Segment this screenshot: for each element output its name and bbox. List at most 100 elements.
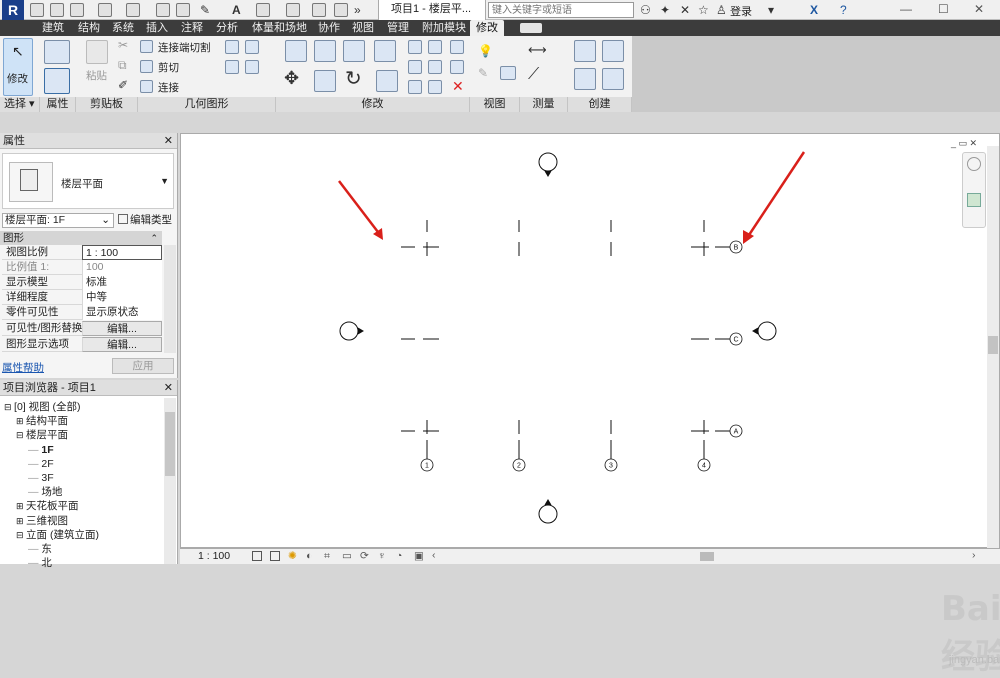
browser-item[interactable]: — 2F — [28, 457, 54, 471]
open-icon[interactable] — [30, 3, 44, 17]
grid-bubble-3[interactable]: 3 — [604, 458, 618, 472]
pin-icon[interactable] — [408, 80, 422, 94]
sun-path-icon[interactable]: ✺ — [288, 550, 297, 562]
tab-massing-site[interactable]: 体量和场地 — [252, 20, 307, 36]
edit-type-button[interactable]: 编辑类型 — [118, 213, 176, 228]
rotate-icon[interactable]: ↻ — [345, 66, 362, 91]
browser-item[interactable]: — 北 — [28, 556, 52, 570]
crop-region-icon[interactable]: ▭ — [342, 550, 352, 562]
star-icon[interactable]: ☆ — [698, 3, 709, 17]
delete-icon[interactable]: ✕ — [452, 78, 464, 95]
scale-icon[interactable] — [428, 60, 442, 74]
collapse-node-icon[interactable]: ⊟ — [4, 402, 14, 412]
split-gap-icon[interactable] — [428, 40, 442, 54]
tab-view[interactable]: 视图 — [352, 20, 374, 36]
close-icon[interactable]: ✕ — [974, 2, 984, 16]
view-scale[interactable]: 1 : 100 — [198, 550, 230, 562]
paint-icon[interactable] — [225, 60, 239, 74]
browser-item[interactable]: — 场地 — [28, 485, 62, 499]
tab-architecture[interactable]: 建筑 — [42, 20, 64, 36]
undo-icon[interactable] — [98, 3, 112, 17]
type-selector[interactable]: 楼层平面 ▼ — [2, 153, 174, 209]
browser-item[interactable]: ⊞ 天花板平面 — [16, 499, 79, 513]
graphics-section-header[interactable]: 图形 ⌃ — [0, 231, 162, 245]
grid-bubble-a[interactable]: A — [729, 424, 743, 438]
split-icon[interactable] — [408, 40, 422, 54]
binoculars-icon[interactable]: ⚇ — [640, 3, 651, 17]
search-input[interactable] — [488, 2, 634, 18]
dimension-tool-icon[interactable]: ⟷ — [528, 42, 547, 58]
override-icon[interactable]: ✎ — [478, 66, 488, 80]
temp-hide-icon[interactable]: ♆ — [378, 550, 386, 562]
view-scale-field[interactable]: 1 : 100 — [82, 245, 162, 260]
steering-wheel-icon[interactable] — [967, 157, 981, 171]
split-face-icon[interactable] — [245, 40, 259, 54]
measure-icon[interactable] — [176, 3, 190, 17]
create-similar-icon[interactable] — [602, 68, 624, 90]
align-icon[interactable] — [285, 40, 307, 62]
parts-visibility-field[interactable]: 显示原状态 — [82, 305, 162, 320]
split-element-icon[interactable] — [450, 40, 464, 54]
tab-addins[interactable]: 附加模块 — [422, 20, 466, 36]
tab-options-icon[interactable] — [520, 23, 542, 33]
panel-select[interactable]: 选择 ▾ — [0, 97, 40, 112]
modify-button[interactable]: ↖ 修改 — [3, 38, 33, 96]
vertical-scrollbar[interactable] — [987, 146, 999, 549]
tab-annotate[interactable]: 注释 — [181, 20, 203, 36]
scroll-right-icon[interactable]: › — [972, 549, 976, 561]
unpin-icon[interactable] — [428, 80, 442, 94]
collapse-node-icon[interactable]: ⊟ — [16, 430, 26, 440]
exchange-icon[interactable]: X — [810, 3, 818, 17]
user-icon[interactable]: ♙ — [716, 3, 727, 17]
trim-extend-icon[interactable] — [376, 70, 398, 92]
drawing-canvas[interactable]: 1 2 3 4 B C A _ ▭ ✕ Baidu 经验 jingyan.bai… — [180, 133, 1000, 677]
move-icon[interactable]: ✥ — [284, 68, 299, 89]
login-button[interactable]: 登录 — [730, 3, 752, 19]
browser-item[interactable]: ⊟ [0] 视图 (全部) — [4, 400, 81, 414]
dropdown-icon[interactable]: ▾ — [768, 3, 774, 17]
expand-node-icon[interactable]: ⊞ — [16, 416, 26, 426]
tab-manage[interactable]: 管理 — [387, 20, 409, 36]
detail-level-field[interactable]: 中等 — [82, 290, 162, 305]
minimize-icon[interactable]: — — [900, 2, 912, 16]
array-icon[interactable] — [408, 60, 422, 74]
section-icon[interactable] — [286, 3, 300, 17]
grid-bubble-2[interactable]: 2 — [512, 458, 526, 472]
properties-help-link[interactable]: 属性帮助 — [2, 360, 44, 375]
copy-icon[interactable]: ⧉ — [118, 58, 127, 73]
browser-item[interactable]: — 1F — [28, 443, 54, 457]
save-icon[interactable] — [50, 3, 64, 17]
grid-bubble-c[interactable]: C — [729, 332, 743, 346]
close-properties-icon[interactable]: ✕ — [164, 133, 173, 149]
cope-button[interactable]: 连接端切割 — [158, 40, 211, 55]
browser-item[interactable]: ⊞ 结构平面 — [16, 414, 68, 428]
worksharing-icon[interactable]: ▣ — [414, 550, 424, 562]
detail-level-icon[interactable] — [252, 551, 262, 561]
tab-insert[interactable]: 插入 — [146, 20, 168, 36]
crop-view-icon[interactable]: ⌗ — [324, 550, 330, 563]
print-icon[interactable] — [156, 3, 170, 17]
browser-scrollbar[interactable] — [164, 398, 176, 564]
hide-icon[interactable]: 💡 — [478, 44, 493, 58]
visual-style-icon[interactable] — [270, 551, 280, 561]
linework-icon[interactable] — [500, 66, 516, 80]
reveal-hidden-icon[interactable]: ◔ — [396, 550, 402, 562]
cut-geometry-button[interactable]: 剪切 — [158, 60, 179, 75]
unlocked-3d-icon[interactable]: ⟳ — [360, 550, 369, 562]
vg-overrides-edit-button[interactable]: 编辑... — [82, 321, 162, 336]
paste-icon[interactable] — [86, 40, 108, 64]
demolish-icon[interactable] — [245, 60, 259, 74]
measure-tool-icon[interactable]: ⟋ — [528, 66, 539, 84]
tab-systems[interactable]: 系统 — [112, 20, 134, 36]
properties-scrollbar[interactable] — [164, 245, 176, 353]
browser-item[interactable]: ⊟ 立面 (建筑立面) — [16, 528, 99, 542]
zoom-icon[interactable] — [967, 193, 981, 207]
create-group-icon[interactable] — [602, 40, 624, 62]
browser-item[interactable]: ⊟ 楼层平面 — [16, 428, 68, 442]
help-icon[interactable]: ? — [840, 3, 847, 17]
browser-item[interactable]: — 3F — [28, 471, 54, 485]
join-geometry-button[interactable]: 连接 — [158, 80, 179, 95]
type-dropdown-icon[interactable]: ▼ — [160, 176, 169, 186]
shadows-icon[interactable]: ◐ — [306, 550, 312, 562]
copy-element-icon[interactable] — [314, 70, 336, 92]
